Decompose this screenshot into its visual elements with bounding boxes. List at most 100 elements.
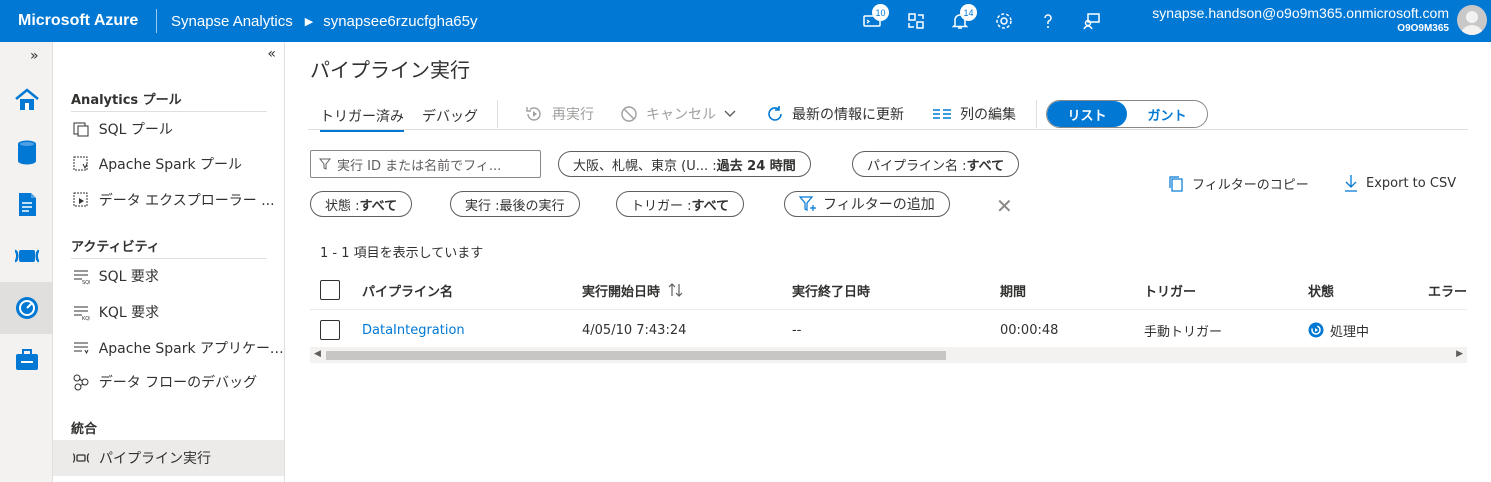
run-filter-value: 最後の実行: [499, 198, 565, 214]
search-input[interactable]: 実行 ID または名前でフィ...: [310, 150, 541, 178]
copy-filters-button[interactable]: フィルターのコピー: [1168, 174, 1309, 193]
col-duration[interactable]: 期間: [1000, 270, 1026, 310]
settings-button[interactable]: [982, 0, 1026, 42]
tab-debug[interactable]: デバッグ: [422, 106, 478, 126]
hub-rail: »: [0, 42, 53, 482]
edit-columns-button[interactable]: 列の編集: [932, 104, 1016, 124]
nav-item-spark-pools[interactable]: Apache Spark プール: [53, 146, 284, 182]
col-status[interactable]: 状態: [1308, 270, 1334, 310]
rail-monitor[interactable]: [0, 282, 53, 334]
breadcrumb-workspace[interactable]: synapsee6rzucfgha65y: [323, 13, 477, 30]
nav-item-label: Apache Spark アプリケーシ...: [98, 341, 284, 357]
filter-icon: [319, 158, 331, 170]
col-pipeline-name[interactable]: パイプライン名: [362, 270, 453, 310]
directory-switch-icon: [908, 13, 924, 29]
sql-pool-icon: [71, 119, 91, 139]
rerun-icon: [524, 105, 544, 123]
rail-integrate[interactable]: [0, 230, 53, 282]
pipeline-runs-table: パイプライン名 実行開始日時 実行終了日時 期間 トリガー 状態 エラー Dat…: [310, 270, 1467, 350]
copy-icon: [1168, 175, 1184, 193]
time-filter-label: 大阪、札幌、東京 (U... :: [573, 158, 717, 174]
checkbox-box: [320, 320, 340, 340]
export-csv-button[interactable]: Export to CSV: [1344, 174, 1456, 192]
run-filter-pill[interactable]: 実行 : 最後の実行: [450, 191, 580, 217]
spark-applications-icon: [71, 338, 91, 358]
nav-item-data-explorer-pools[interactable]: データ エクスプローラー ...: [53, 182, 284, 218]
rerun-button[interactable]: 再実行: [524, 104, 594, 124]
rail-develop[interactable]: [0, 178, 53, 230]
notifications-button[interactable]: 14: [938, 0, 982, 42]
in-progress-icon: [1308, 322, 1324, 338]
brand-logo[interactable]: Microsoft Azure: [0, 12, 156, 30]
chevron-down-icon: [724, 106, 736, 122]
nav-item-sql-pools[interactable]: SQL プール: [53, 111, 284, 147]
help-button[interactable]: [1026, 0, 1070, 42]
status-filter-pill[interactable]: 状態 : すべて: [310, 191, 413, 217]
pipeline-runs-icon: [71, 448, 91, 468]
run-end-cell: --: [792, 322, 802, 338]
gantt-view-option[interactable]: ガント: [1127, 101, 1207, 127]
feedback-button[interactable]: [1070, 0, 1114, 42]
time-filter-pill[interactable]: 大阪、札幌、東京 (U... : 過去 24 時間: [558, 151, 811, 177]
scrollbar-thumb[interactable]: [326, 351, 946, 360]
sort-icon: [668, 283, 684, 297]
table-row[interactable]: DataIntegration 4/05/10 7:43:24 -- 00:00…: [310, 310, 1467, 350]
pipeline-name-link[interactable]: DataIntegration: [362, 310, 465, 350]
col-error[interactable]: エラー: [1428, 270, 1467, 310]
scroll-left-icon[interactable]: ◀: [314, 349, 321, 359]
topbar-icons: 10 14: [850, 0, 1114, 42]
rail-data[interactable]: [0, 126, 53, 178]
refresh-label: 最新の情報に更新: [792, 107, 904, 123]
scroll-right-icon[interactable]: ▶: [1456, 349, 1463, 359]
refresh-button[interactable]: 最新の情報に更新: [766, 104, 904, 124]
nav-item-label: SQL プール: [98, 122, 173, 138]
tab-triggered[interactable]: トリガー済み: [320, 106, 404, 132]
add-filter-button[interactable]: フィルターの追加: [784, 191, 950, 217]
horizontal-scrollbar[interactable]: ◀ ▶: [310, 347, 1467, 363]
nav-section-integration: 統合: [71, 422, 98, 437]
settings-icon: [996, 13, 1012, 29]
nav-item-label: データ フローのデバッグ: [98, 375, 258, 391]
col-run-start[interactable]: 実行開始日時: [582, 270, 684, 310]
command-divider: [1036, 100, 1037, 128]
row-checkbox[interactable]: [320, 310, 340, 350]
edit-columns-label: 列の編集: [960, 107, 1016, 123]
pipeline-filter-label: パイプライン名 :: [867, 158, 967, 174]
home-icon: [14, 88, 39, 110]
top-bar: Microsoft Azure Synapse Analytics ▶ syna…: [0, 0, 1491, 42]
user-tenant: O9O9M365: [1397, 23, 1449, 34]
col-run-end[interactable]: 実行終了日時: [792, 270, 870, 310]
add-filter-label: フィルターの追加: [823, 197, 935, 213]
table-header: パイプライン名 実行開始日時 実行終了日時 期間 トリガー 状態 エラー: [310, 270, 1467, 310]
nav-item-sql-requests[interactable]: SQL SQL 要求: [53, 258, 284, 294]
col-trigger[interactable]: トリガー: [1144, 270, 1196, 310]
nav-item-spark-applications[interactable]: Apache Spark アプリケーシ...: [53, 330, 284, 366]
feedback-icon: [1083, 13, 1100, 30]
clear-filters-icon[interactable]: ✕: [996, 194, 1013, 218]
pipeline-name-filter-pill[interactable]: パイプライン名 : すべて: [852, 151, 1020, 177]
avatar[interactable]: [1457, 5, 1487, 35]
cancel-button[interactable]: キャンセル: [620, 104, 736, 124]
rail-manage[interactable]: [0, 334, 53, 386]
nav-item-dataflow-debug[interactable]: データ フローのデバッグ: [53, 364, 284, 400]
directory-switch-button[interactable]: [894, 0, 938, 42]
trigger-filter-pill[interactable]: トリガー : すべて: [616, 191, 745, 217]
trigger-filter-label: トリガー :: [631, 198, 692, 214]
select-all-checkbox[interactable]: [320, 270, 340, 310]
rail-home[interactable]: [0, 74, 53, 126]
nav-item-pipeline-runs[interactable]: パイプライン実行: [53, 440, 284, 476]
expand-rail-icon[interactable]: »: [30, 48, 39, 64]
collapse-nav-icon[interactable]: «: [267, 46, 276, 62]
search-placeholder: 実行 ID または名前でフィ...: [337, 158, 502, 174]
nav-item-label: データ エクスプローラー ...: [98, 193, 275, 209]
command-bar: トリガー済み デバッグ 再実行 キャンセル 最新の情報に更新 列の編集 リスト …: [308, 94, 1468, 132]
copy-filters-label: フィルターのコピー: [1192, 178, 1309, 193]
list-view-option[interactable]: リスト: [1047, 101, 1127, 127]
develop-icon: [18, 193, 36, 216]
rerun-label: 再実行: [552, 107, 594, 123]
breadcrumb-service[interactable]: Synapse Analytics: [157, 13, 293, 30]
account-info[interactable]: synapse.handson@o9o9m365.onmicrosoft.com…: [1152, 5, 1449, 36]
svg-text:SQL: SQL: [82, 280, 90, 285]
cloud-shell-button[interactable]: 10: [850, 0, 894, 42]
nav-item-kql-requests[interactable]: KQL KQL 要求: [53, 294, 284, 330]
